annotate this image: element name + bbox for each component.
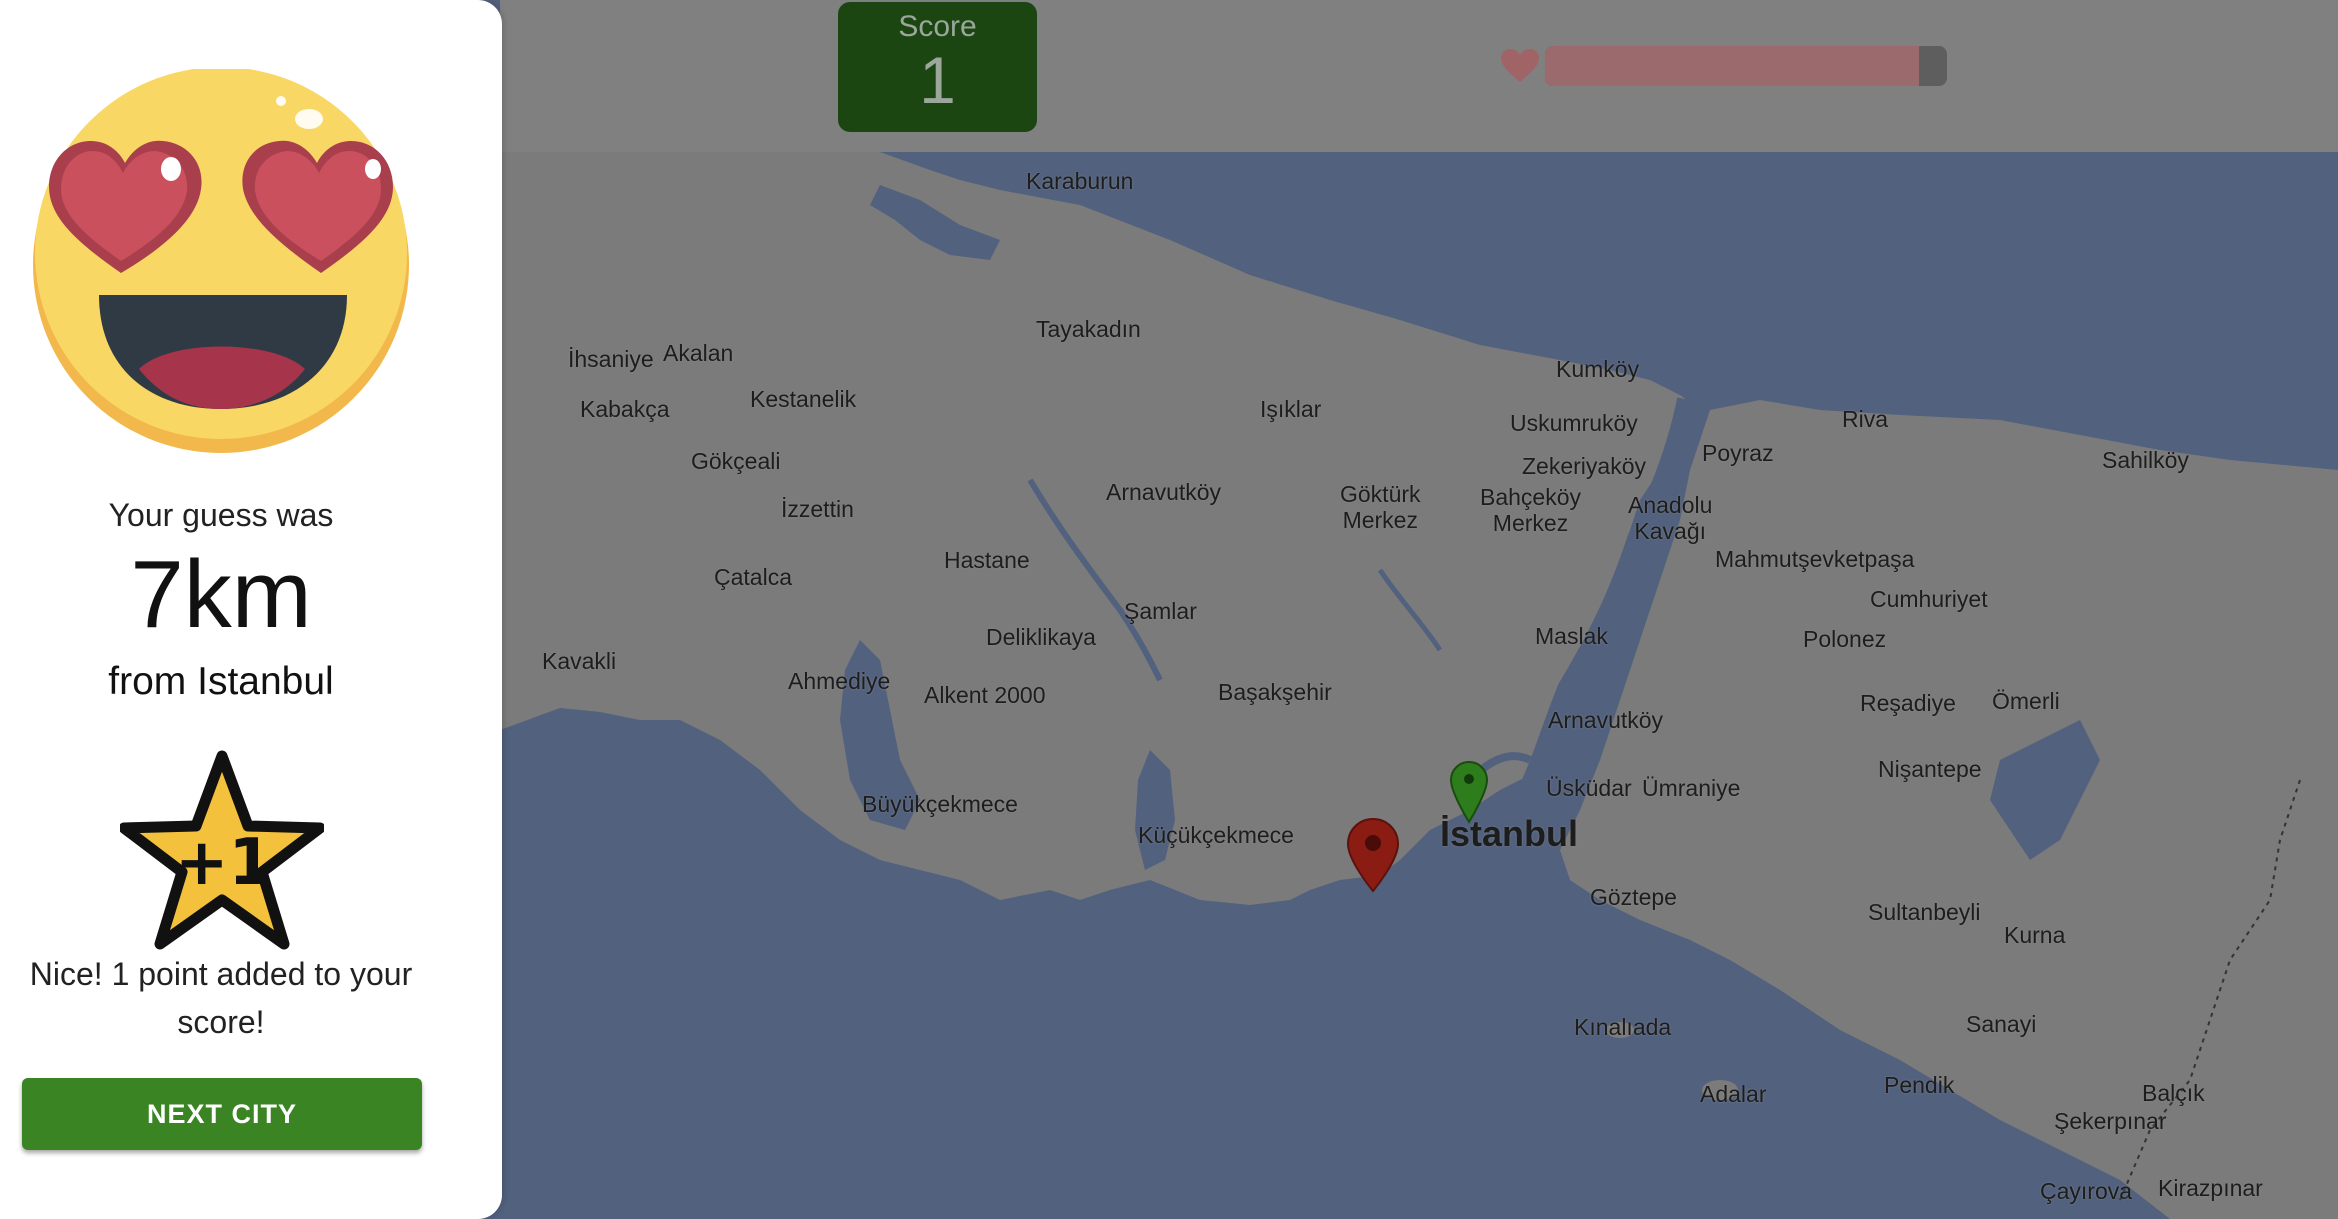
place-label: Kabakça [580,396,670,422]
place-label: Kavakli [542,648,617,674]
place-label: Nişantepe [1878,756,1982,782]
place-label: Ümraniye [1642,775,1741,801]
place-label: İhsaniye [568,346,654,372]
place-label: Sultanbeyli [1868,899,1981,925]
place-label: Arnavutköy [1548,707,1664,733]
place-label: Zekeriyaköy [1522,453,1646,479]
place-label: Sahilköy [2102,447,2189,473]
place-label: Riva [1842,406,1889,432]
place-label: Bahçeköy Merkez [1480,484,1582,536]
place-label: Arnavutköy [1106,479,1222,505]
place-label: Göktürk Merkez [1340,481,1421,533]
distance-value: 7km [130,541,312,648]
place-label: Cumhuriyet [1870,586,1988,612]
place-label: Poyraz [1702,440,1774,466]
plus-one-star-icon: +1 [120,750,324,950]
place-label: Tayakadın [1036,316,1141,342]
place-label: Hastane [944,547,1030,573]
place-label: Büyükçekmece [862,791,1018,817]
place-label: Başakşehir [1218,679,1332,705]
place-label: Kumköy [1556,356,1640,382]
place-label: İzzettin [781,496,854,522]
place-label: Göztepe [1590,884,1677,910]
place-label: Kestanelik [750,386,857,412]
plus-one-text: +1 [175,826,273,900]
health-meter [1500,46,1950,86]
place-label: Adalar [1700,1081,1767,1107]
place-label: Anadolu Kavağı [1628,492,1713,544]
place-label: Kurna [2004,922,2066,948]
place-label: Ahmediye [788,668,891,694]
place-label: Akalan [663,340,734,366]
place-label: Maslak [1535,623,1608,649]
top-bar [500,0,2338,152]
place-label: Alkent 2000 [924,682,1046,708]
from-city-label: from Istanbul [108,660,334,703]
next-city-button[interactable]: NEXT CITY [22,1078,422,1150]
place-label: Çatalca [714,564,792,590]
result-message: Nice! 1 point added to your score! [29,956,413,1040]
place-label: Mahmutşevketpaşa [1715,546,1915,572]
heart-icon [1501,49,1539,82]
score-label: Score [898,10,977,43]
result-panel: Your guess was 7km from Istanbul +1 Nice… [0,0,502,1219]
score-value: 1 [919,43,956,117]
place-label: Reşadiye [1860,690,1956,716]
place-label: Çayırova [2040,1178,2133,1204]
place-label: Gökçeali [691,448,781,474]
place-label: Uskumruköy [1510,410,1638,436]
place-label: Işıklar [1260,396,1322,422]
health-bar-fill [1545,46,1919,86]
place-label: Üsküdar [1546,775,1632,801]
place-label: Küçükçekmece [1138,822,1294,848]
health-bar-track [1545,46,1947,86]
score-box: Score 1 [838,2,1037,132]
place-label: Kınalıada [1574,1014,1672,1040]
place-label: Kirazpınar [2158,1175,2263,1201]
guess-marker-icon[interactable] [1346,817,1400,893]
place-label: Polonez [1803,626,1887,652]
guess-label: Your guess was [108,497,334,533]
place-label: Balçık [2142,1080,2205,1106]
place-label: Deliklikaya [986,624,1096,650]
place-label: Sanayi [1966,1011,2037,1037]
place-label: Şekerpınar [2054,1108,2167,1134]
place-label: Karaburun [1026,168,1134,194]
place-label: Pendik [1884,1072,1955,1098]
heart-eyes-emoji-icon [33,69,409,453]
place-label: Şamlar [1124,598,1197,624]
place-label: Ömerli [1992,688,2060,714]
target-marker-icon[interactable] [1449,760,1489,824]
